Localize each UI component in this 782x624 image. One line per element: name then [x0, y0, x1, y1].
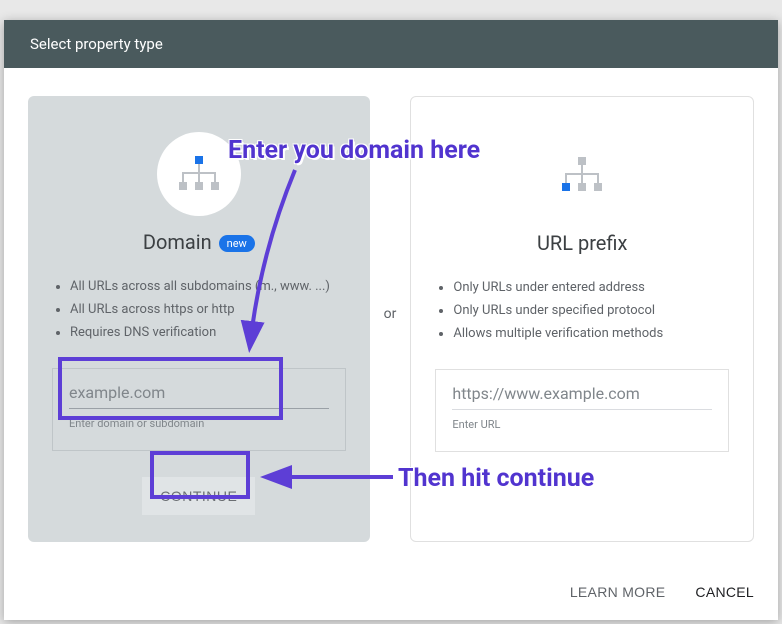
- url-feature-item: Only URLs under entered address: [453, 277, 729, 300]
- url-feature-item: Allows multiple verification methods: [453, 323, 729, 346]
- domain-input-box[interactable]: example.com Enter domain or subdomain: [52, 368, 346, 451]
- or-separator: or: [384, 306, 397, 322]
- url-input[interactable]: https://www.example.com: [452, 384, 712, 410]
- learn-more-button[interactable]: LEARN MORE: [570, 584, 666, 600]
- url-input-box[interactable]: https://www.example.com Enter URL: [435, 369, 729, 452]
- dialog-footer: LEARN MORE CANCEL: [570, 584, 754, 600]
- url-icon-circle: [540, 133, 624, 217]
- url-feature-item: Only URLs under specified protocol: [453, 300, 729, 323]
- sitemap-icon: [177, 156, 221, 192]
- domain-feature-item: All URLs across https or http: [70, 299, 346, 322]
- dialog-title: Select property type: [30, 35, 163, 53]
- url-card-title: URL prefix: [435, 231, 729, 255]
- domain-feature-item: All URLs across all subdomains (m., www.…: [70, 276, 346, 299]
- domain-card-title: Domain: [143, 230, 212, 254]
- domain-card-title-row: Domain new: [52, 230, 346, 254]
- annotation-enter-domain: Enter you domain here: [228, 136, 480, 165]
- cancel-button[interactable]: CANCEL: [695, 584, 754, 600]
- select-property-dialog: Select property type Domain new All URLs…: [4, 20, 778, 620]
- annotation-hit-continue: Then hit continue: [398, 464, 594, 493]
- domain-feature-item: Requires DNS verification: [70, 322, 346, 345]
- dialog-header: Select property type: [4, 20, 778, 68]
- new-badge: new: [219, 235, 255, 252]
- url-input-hint: Enter URL: [452, 418, 712, 431]
- domain-features: All URLs across all subdomains (m., www.…: [52, 276, 346, 344]
- sitemap-icon: [560, 157, 604, 193]
- url-features: Only URLs under entered address Only URL…: [435, 277, 729, 345]
- domain-input-hint: Enter domain or subdomain: [69, 417, 329, 430]
- continue-button[interactable]: CONTINUE: [142, 477, 255, 515]
- domain-input[interactable]: example.com: [69, 383, 329, 409]
